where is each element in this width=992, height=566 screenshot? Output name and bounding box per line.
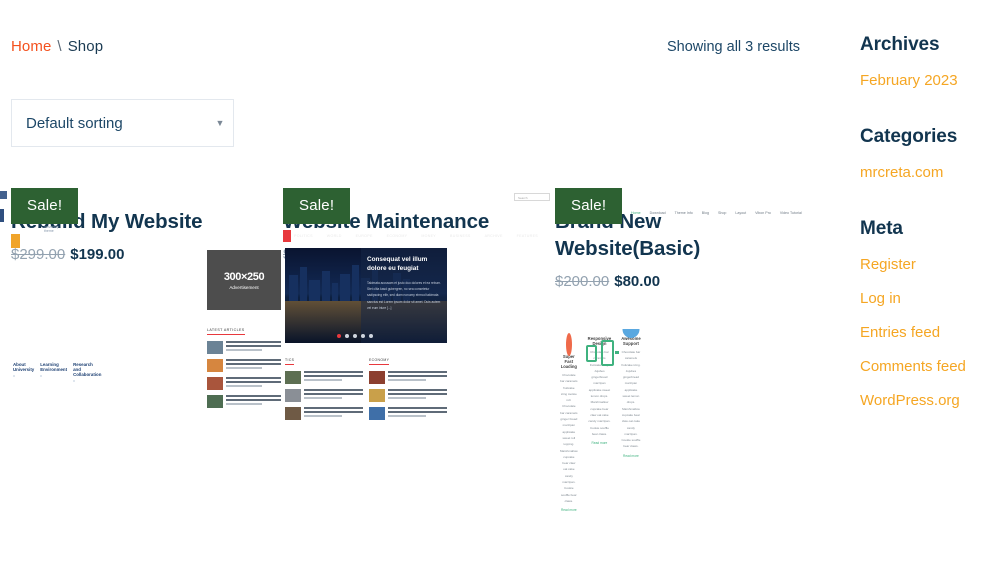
- product-card[interactable]: Sale! Search Home Download Theme Info Bl…: [514, 188, 802, 512]
- archives-list: February 2023: [860, 72, 992, 90]
- breadcrumb-home-link[interactable]: Home: [11, 38, 51, 55]
- list-item: mrcreta.com: [860, 164, 992, 182]
- category-link-mrcreta[interactable]: mrcreta.com: [860, 164, 943, 181]
- widget-title-archives: Archives: [860, 34, 940, 55]
- product-card[interactable]: Sale! ONE NEWS TIMES POLITICS WORLD EURO…: [207, 188, 538, 420]
- sidebar: Archives February 2023 Categories mrcret…: [860, 34, 992, 444]
- breadcrumb-separator: \: [57, 38, 62, 55]
- product-price-sale: $80.00: [614, 273, 661, 291]
- list-item: WordPress.org: [860, 392, 992, 410]
- list-item: February 2023: [860, 72, 992, 90]
- chevron-down-icon: ▼: [215, 117, 225, 128]
- shop-page: Home \ Shop Showing all 3 results Default …: [0, 0, 992, 566]
- product-price-original: $299.00: [11, 246, 66, 264]
- breadcrumb: Home \ Shop: [11, 38, 103, 55]
- list-item: Entries feed: [860, 324, 992, 342]
- sorting-select-value: Default sorting: [26, 114, 123, 132]
- result-count: Showing all 3 results: [667, 39, 800, 55]
- categories-list: mrcreta.com: [860, 164, 992, 182]
- meta-list: Register Log in Entries feed Comments fe…: [860, 256, 992, 410]
- widget-categories: Categories mrcreta.com: [860, 126, 992, 182]
- product-price: $200.00 $80.00: [555, 273, 800, 290]
- meta-link-login[interactable]: Log in: [860, 290, 901, 307]
- widget-title-meta: Meta: [860, 218, 903, 239]
- product-price-original: $200.00: [555, 273, 610, 291]
- widget-meta: Meta Register Log in Entries feed Commen…: [860, 218, 992, 410]
- meta-link-wordpress-org[interactable]: WordPress.org: [860, 392, 960, 409]
- product-price-sale: $199.00: [70, 246, 125, 264]
- meta-link-comments-feed[interactable]: Comments feed: [860, 358, 966, 375]
- widget-archives: Archives February 2023: [860, 34, 992, 90]
- breadcrumb-current: Shop: [67, 38, 104, 55]
- product-grid: Sale! Welcome to our university. Edu Clu…: [0, 188, 802, 512]
- list-item: Register: [860, 256, 992, 274]
- sorting-select[interactable]: Default sorting ▼: [11, 99, 234, 147]
- meta-link-entries-feed[interactable]: Entries feed: [860, 324, 940, 341]
- list-item: Comments feed: [860, 358, 992, 376]
- archives-link-february-2023[interactable]: February 2023: [860, 72, 958, 89]
- widget-title-categories: Categories: [860, 126, 958, 147]
- list-item: Log in: [860, 290, 992, 308]
- meta-link-register[interactable]: Register: [860, 256, 916, 273]
